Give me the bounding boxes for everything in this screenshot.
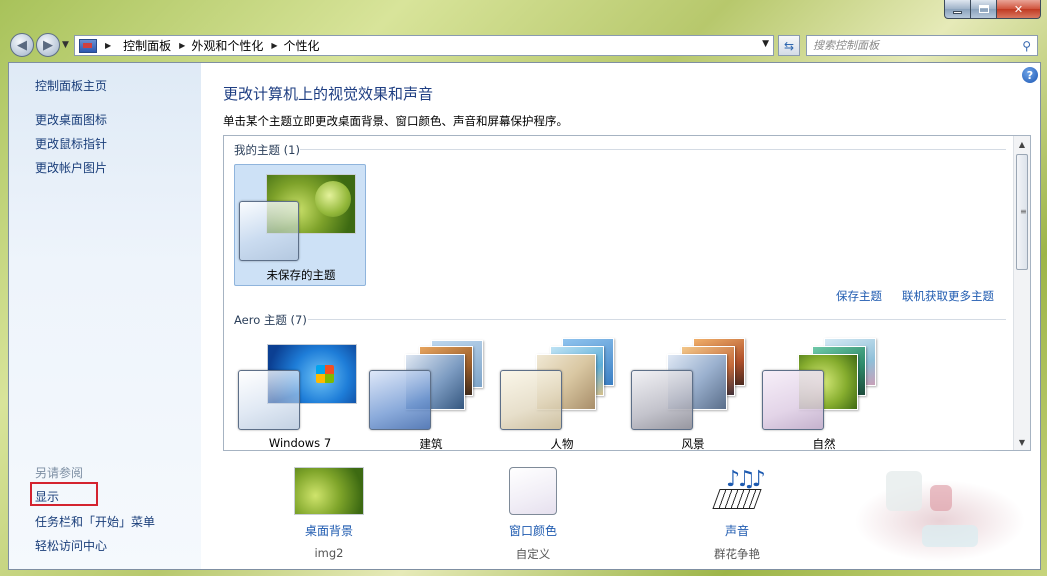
back-arrow-icon: ◀ xyxy=(17,37,27,53)
breadcrumb: 控制面板 ▶ 外观和个性化 ▶ 个性化 xyxy=(123,37,319,54)
keyboard-icon xyxy=(712,489,762,509)
breadcrumb-arrow-icon[interactable]: ▶ xyxy=(179,41,185,50)
close-button[interactable]: ✕ xyxy=(997,0,1041,19)
desktop-background-value: img2 xyxy=(314,546,344,560)
theme-tile-unsaved[interactable]: 未保存的主题 xyxy=(234,164,366,286)
sidebar: 控制面板主页 更改桌面图标 更改鼠标指针 更改帐户图片 另请参阅 显示 任务栏和… xyxy=(9,63,201,569)
window-color-glass xyxy=(238,370,300,430)
theme-label: Windows 7 xyxy=(268,436,332,450)
window-controls: ✕ xyxy=(944,0,1041,19)
decorative-sphere xyxy=(315,181,351,217)
breadcrumb-item-personalization[interactable]: 个性化 xyxy=(284,37,320,54)
theme-label: 建筑 xyxy=(419,437,443,451)
blurred-block xyxy=(886,471,922,511)
theme-tile-people[interactable]: 人物 xyxy=(496,336,628,451)
window-color-glass xyxy=(762,370,824,430)
navigation-bar: ◀ ▶ ▼ ▶ 控制面板 ▶ 外观和个性化 ▶ 个性化 ▼ ⇆ ⚲ xyxy=(0,30,1047,62)
window-color-glass xyxy=(631,370,693,430)
desktop-background-thumbnail xyxy=(294,467,364,515)
sidebar-link-desktop-icons[interactable]: 更改桌面图标 xyxy=(35,111,107,128)
section-divider xyxy=(300,149,1006,150)
main-panel: ? 更改计算机上的视觉效果和声音 单击某个主题立即更改桌面背景、窗口颜色、声音和… xyxy=(201,63,1040,569)
scroll-up-icon[interactable]: ▲ xyxy=(1014,136,1030,152)
sounds-item[interactable]: ♪♫♪ 声音 群花争艳 xyxy=(667,467,807,562)
window-color-glass xyxy=(500,370,562,430)
close-icon: ✕ xyxy=(1013,2,1024,16)
refresh-icon: ⇆ xyxy=(783,38,795,53)
theme-label: 未保存的主题 xyxy=(266,268,336,282)
get-more-themes-link[interactable]: 联机获取更多主题 xyxy=(902,288,994,304)
minimize-button[interactable] xyxy=(944,0,971,19)
theme-list-scrollbar[interactable]: ▲ ≡ ▼ xyxy=(1013,136,1030,450)
control-panel-icon xyxy=(79,38,97,53)
theme-list[interactable]: 我的主题 (1) 未保存的主题 保存主题 联机获取更多主题 Aero 主题 (7… xyxy=(223,135,1031,451)
theme-label: 风景 xyxy=(681,437,705,451)
scroll-down-icon[interactable]: ▼ xyxy=(1014,434,1030,450)
content-area: 控制面板主页 更改桌面图标 更改鼠标指针 更改帐户图片 另请参阅 显示 任务栏和… xyxy=(8,62,1041,570)
breadcrumb-item-control-panel[interactable]: 控制面板 xyxy=(123,37,171,54)
minimize-icon xyxy=(953,10,962,14)
theme-label: 人物 xyxy=(550,437,574,451)
help-icon[interactable]: ? xyxy=(1022,67,1038,83)
sounds-value: 群花争艳 xyxy=(714,547,760,561)
sounds-icon: ♪♫♪ xyxy=(702,467,772,515)
windows-logo-icon xyxy=(316,365,334,383)
breadcrumb-item-appearance[interactable]: 外观和个性化 xyxy=(191,37,263,54)
window-color-swatch xyxy=(509,467,557,515)
search-box[interactable]: ⚲ xyxy=(806,35,1038,56)
theme-tile-architecture[interactable]: 建筑 xyxy=(365,336,497,451)
sidebar-link-home[interactable]: 控制面板主页 xyxy=(35,77,107,94)
sidebar-link-taskbar[interactable]: 任务栏和「开始」菜单 xyxy=(35,513,155,530)
window-color-glass xyxy=(369,370,431,430)
desktop-background-label[interactable]: 桌面背景 xyxy=(259,522,399,539)
sidebar-link-mouse-pointers[interactable]: 更改鼠标指针 xyxy=(35,135,107,152)
search-input[interactable] xyxy=(813,36,1013,55)
highlight-box xyxy=(30,482,98,506)
section-divider xyxy=(308,319,1006,320)
blurred-block xyxy=(930,485,952,511)
sidebar-link-ease-of-access[interactable]: 轻松访问中心 xyxy=(35,537,107,554)
forward-button[interactable]: ▶ xyxy=(36,33,60,57)
page-title: 更改计算机上的视觉效果和声音 xyxy=(223,85,434,103)
scroll-thumb[interactable]: ≡ xyxy=(1016,154,1028,270)
maximize-button[interactable] xyxy=(971,0,997,19)
window-color-glass xyxy=(239,201,299,261)
address-bar[interactable]: ▶ 控制面板 ▶ 外观和个性化 ▶ 个性化 ▼ xyxy=(74,35,774,56)
blurred-block xyxy=(922,525,978,547)
forward-arrow-icon: ▶ xyxy=(43,37,53,53)
window-color-item[interactable]: 窗口颜色 自定义 xyxy=(463,467,603,562)
window-color-value: 自定义 xyxy=(515,547,551,561)
theme-tile-windows7[interactable]: Windows 7 xyxy=(234,336,366,450)
theme-tile-landscapes[interactable]: 风景 xyxy=(627,336,759,451)
page-description: 单击某个主题立即更改桌面背景、窗口颜色、声音和屏幕保护程序。 xyxy=(223,114,568,128)
grip-icon: ≡ xyxy=(1020,207,1027,216)
maximize-icon xyxy=(978,5,989,13)
sounds-label[interactable]: 声音 xyxy=(667,522,807,539)
save-theme-link[interactable]: 保存主题 xyxy=(836,288,882,304)
aero-themes-label: Aero 主题 (7) xyxy=(234,313,307,327)
blurred-region xyxy=(790,449,1040,569)
breadcrumb-arrow-icon[interactable]: ▶ xyxy=(271,41,277,50)
title-bar: ✕ xyxy=(0,0,1047,30)
desktop-background-item[interactable]: 桌面背景 img2 xyxy=(259,467,399,560)
my-themes-label: 我的主题 (1) xyxy=(234,143,300,157)
refresh-button[interactable]: ⇆ xyxy=(778,35,800,56)
back-button[interactable]: ◀ xyxy=(10,33,34,57)
window-color-label[interactable]: 窗口颜色 xyxy=(463,522,603,539)
breadcrumb-separator: ▶ xyxy=(105,41,112,50)
see-also-heading: 另请参阅 xyxy=(35,466,84,480)
recent-pages-dropdown[interactable]: ▼ xyxy=(62,40,69,50)
theme-tile-nature[interactable]: 自然 xyxy=(758,336,890,450)
address-dropdown-icon[interactable]: ▼ xyxy=(762,39,769,49)
sidebar-link-account-picture[interactable]: 更改帐户图片 xyxy=(35,159,107,176)
search-icon[interactable]: ⚲ xyxy=(1022,39,1031,53)
